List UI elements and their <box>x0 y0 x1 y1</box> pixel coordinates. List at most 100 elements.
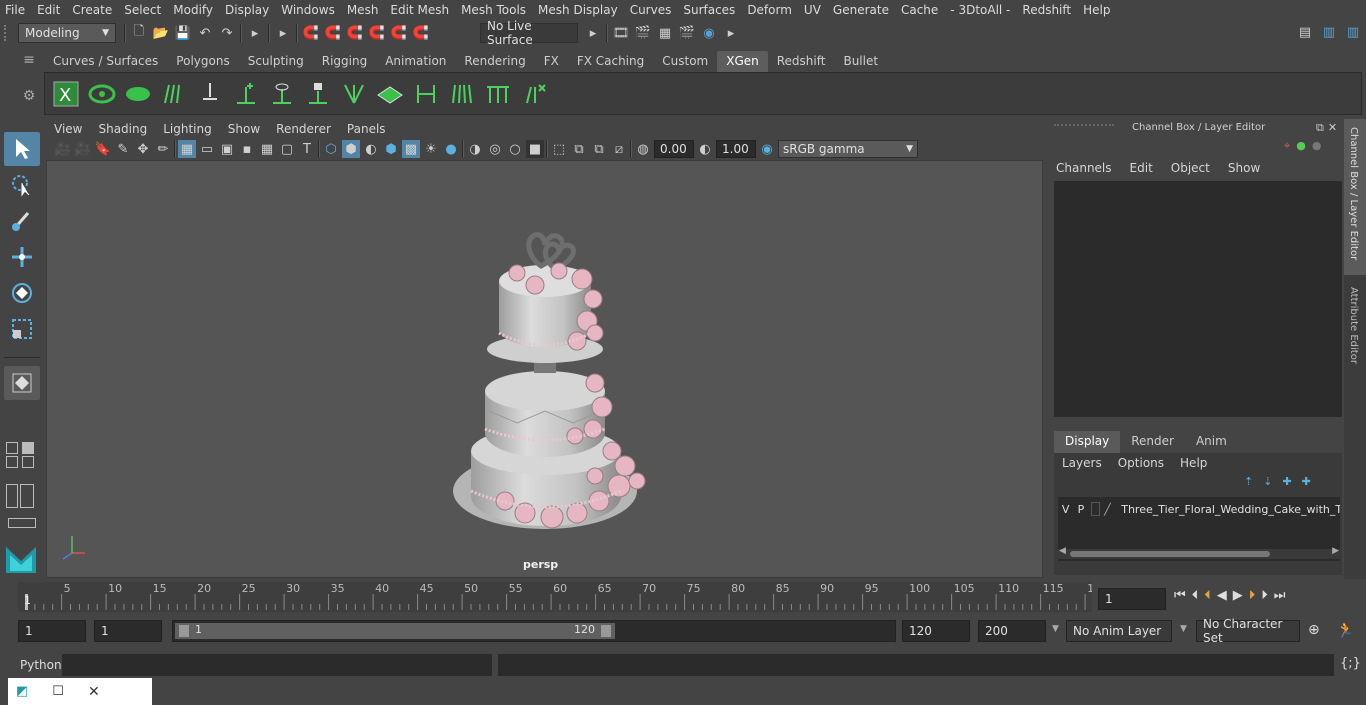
shelf-tab-curves-surfaces[interactable]: Curves / Surfaces <box>44 51 167 73</box>
layer-color-icon[interactable]: ╱ <box>1104 503 1117 516</box>
start-time-field[interactable]: 1 <box>18 620 86 642</box>
minimized-window[interactable]: ◩ ☐ ✕ <box>8 678 152 705</box>
channel-menu-show[interactable]: Show <box>1228 161 1260 175</box>
save-scene-icon[interactable]: 💾 <box>174 24 192 42</box>
menu-item-generate[interactable]: Generate <box>828 3 896 17</box>
shelf-tab-xgen[interactable]: XGen <box>717 51 768 73</box>
attribute-editor-toggle-icon[interactable]: ▥ <box>1344 23 1362 41</box>
horizontal-scrollbar[interactable]: ◀ ▶ <box>1058 546 1340 559</box>
shelf-tab-fx-caching[interactable]: FX Caching <box>568 51 653 73</box>
layout-four-icon[interactable] <box>22 456 34 468</box>
playback-toggle[interactable]: P <box>1075 503 1086 516</box>
menu-item-windows[interactable]: Windows <box>276 3 342 17</box>
end-time-field[interactable]: 200 <box>978 620 1046 642</box>
current-frame-field[interactable]: 1 <box>1098 588 1166 610</box>
menu-item-help[interactable]: Help <box>1078 3 1117 17</box>
close-icon[interactable]: ✕ <box>88 684 100 700</box>
step-forward-icon[interactable]: ⏵ <box>1261 588 1268 603</box>
exposure-icon[interactable]: ◍ <box>634 140 652 158</box>
hypershade-icon[interactable]: ◉ <box>700 24 718 42</box>
soft-select-icon[interactable] <box>4 366 40 400</box>
menu-item-create[interactable]: Create <box>67 3 119 17</box>
grey-dot-icon[interactable]: ● <box>1312 139 1322 153</box>
open-scene-icon[interactable]: 📂 <box>152 24 170 42</box>
menu-item-mesh-tools[interactable]: Mesh Tools <box>456 3 533 17</box>
script-language-label[interactable]: Python <box>20 658 62 672</box>
cake-model[interactable] <box>47 161 1043 578</box>
layout-side-icon[interactable] <box>20 484 34 508</box>
xgen-scale-icon[interactable] <box>411 79 441 109</box>
camera-icon[interactable]: 🎥 <box>54 140 72 158</box>
layout-four-icon[interactable] <box>6 456 18 468</box>
move-tool-icon[interactable] <box>4 240 40 274</box>
expand-icon[interactable]: ▸ <box>722 24 740 42</box>
outliner-icon[interactable] <box>6 484 18 508</box>
xgen-view-guide-icon[interactable] <box>267 79 297 109</box>
snap-grid-icon[interactable]: 🧲 <box>302 24 320 42</box>
xgen-eye-icon[interactable] <box>87 79 117 109</box>
wireframe-on-shaded-icon[interactable]: ◐ <box>362 140 380 158</box>
menu-item-edit[interactable]: Edit <box>32 3 67 17</box>
safe-action-icon[interactable]: ▢ <box>278 140 296 158</box>
shelf-tab-redshift[interactable]: Redshift <box>768 51 835 73</box>
restore-icon[interactable]: ☐ <box>52 684 64 699</box>
select-tool-icon[interactable] <box>4 132 40 166</box>
smooth-shade-icon[interactable]: ⬢ <box>342 140 360 158</box>
channel-menu-edit[interactable]: Edit <box>1130 161 1153 175</box>
visibility-toggle[interactable]: V <box>1060 503 1071 516</box>
scroll-right-icon[interactable]: ▶ <box>1332 546 1339 556</box>
range-slider[interactable]: 1 120 <box>172 620 896 642</box>
layer-menu-help[interactable]: Help <box>1180 456 1207 470</box>
render-frame-icon[interactable]: 🎬 <box>634 24 652 42</box>
tab-attribute-editor[interactable]: Attribute Editor <box>1344 283 1366 373</box>
menu-item-edit-mesh[interactable]: Edit Mesh <box>385 3 456 17</box>
shelf-tab-rendering[interactable]: Rendering <box>455 51 534 73</box>
layer-tab-display[interactable]: Display <box>1054 431 1121 453</box>
xgen-cut-icon[interactable] <box>483 79 513 109</box>
axis-icon[interactable]: ⌖ <box>1284 139 1290 153</box>
shelf-tab-polygons[interactable]: Polygons <box>167 51 238 73</box>
range-slider-handle[interactable]: 1 120 <box>175 623 615 639</box>
close-icon[interactable]: ✕ <box>1328 121 1337 135</box>
menu-item-uv[interactable]: UV <box>799 3 828 17</box>
xgen-add-guide-icon[interactable] <box>231 79 261 109</box>
xray-icon[interactable]: ◑ <box>466 140 484 158</box>
float-panel-icon[interactable]: ⧉ <box>1316 121 1324 135</box>
textured-icon[interactable]: ⬢ <box>382 140 400 158</box>
shelf-tab-rigging[interactable]: Rigging <box>313 51 376 73</box>
layer-tab-render[interactable]: Render <box>1120 431 1185 453</box>
channel-box-toggle-icon[interactable]: ▥ <box>1320 23 1338 41</box>
scale-tool-icon[interactable] <box>4 312 40 346</box>
expand-icon[interactable]: ▸ <box>584 24 602 42</box>
viewport-menu-show[interactable]: Show <box>220 122 268 136</box>
menu-item-surfaces[interactable]: Surfaces <box>678 3 742 17</box>
new-layer-icon[interactable]: ✚ <box>1282 475 1291 488</box>
rotate-tool-icon[interactable] <box>4 276 40 310</box>
render-view-icon[interactable]: 🎬 <box>678 24 696 42</box>
paint-select-tool-icon[interactable] <box>4 204 40 238</box>
auto-key-icon[interactable]: ⊕ <box>1308 622 1320 638</box>
shelf-tab-animation[interactable]: Animation <box>376 51 455 73</box>
xgen-editor-icon[interactable]: X <box>51 79 81 109</box>
color-management-icon[interactable]: ◉ <box>758 140 776 158</box>
grid-toggle-icon[interactable]: ▦ <box>178 140 196 158</box>
gear-icon[interactable]: ⚙ <box>18 88 40 104</box>
ambient-occlusion-icon[interactable]: ■ <box>526 140 544 158</box>
motion-blur-icon[interactable]: ⧉ <box>570 140 588 158</box>
playback-end-field[interactable]: 120 <box>902 620 970 642</box>
redo-icon[interactable]: ↷ <box>218 24 236 42</box>
snap-point-icon[interactable]: 🧲 <box>346 24 364 42</box>
expand-icon[interactable]: ▸ <box>274 24 292 42</box>
menu-item-redshift[interactable]: Redshift <box>1017 3 1078 17</box>
field-chart-icon[interactable]: ▦ <box>258 140 276 158</box>
2d-pan-icon[interactable]: ✥ <box>134 140 152 158</box>
viewport-menu-panels[interactable]: Panels <box>339 122 394 136</box>
menu-item-select[interactable]: Select <box>119 3 168 17</box>
snap-view-icon[interactable]: 🧲 <box>368 24 386 42</box>
menu-item-mesh-display[interactable]: Mesh Display <box>533 3 625 17</box>
step-forward-key-icon[interactable]: ⏵ <box>1249 588 1256 603</box>
colorspace-dropdown[interactable]: sRGB gamma ▼ <box>778 140 918 158</box>
shelf-tab-fx[interactable]: FX <box>535 51 568 73</box>
shelf-tab-sculpting[interactable]: Sculpting <box>239 51 313 73</box>
gamma-field[interactable]: 1.00 <box>716 140 756 158</box>
